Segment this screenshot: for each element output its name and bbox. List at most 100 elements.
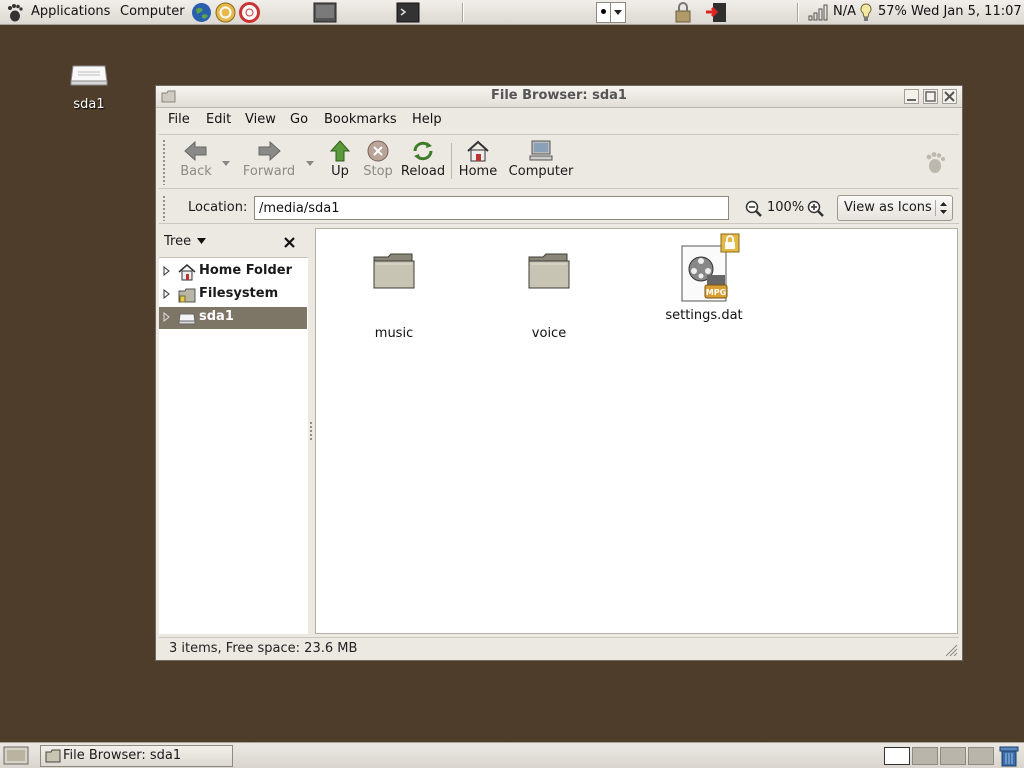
selector-divider xyxy=(610,3,611,22)
show-desktop-icon[interactable] xyxy=(313,2,337,23)
select-updown-icon xyxy=(940,202,947,214)
desktop-icon-sda1[interactable]: sda1 xyxy=(58,60,120,118)
menu-file[interactable]: File xyxy=(168,112,190,127)
stop-icon xyxy=(367,140,389,162)
workspace-3[interactable] xyxy=(940,747,966,765)
keyboard-layout-selector[interactable] xyxy=(596,2,626,23)
forward-button[interactable]: Forward xyxy=(239,137,299,187)
email-launcher-icon[interactable] xyxy=(215,2,236,23)
back-label: Back xyxy=(180,164,212,179)
sidebar-item-filesystem[interactable]: Filesystem xyxy=(159,284,307,306)
bottom-panel: File Browser: sda1 xyxy=(0,742,1024,768)
drive-icon xyxy=(70,65,108,86)
folder-icon xyxy=(373,253,415,289)
icon-view: music voice MPG settings.dat xyxy=(315,228,958,634)
close-button[interactable] xyxy=(942,89,957,104)
gnome-foot-icon[interactable] xyxy=(6,3,24,22)
clock[interactable]: Wed Jan 5, 11:07 xyxy=(911,4,1022,19)
battery-icon[interactable] xyxy=(858,3,874,22)
home-icon xyxy=(467,140,489,162)
sidebar-item-home-folder[interactable]: Home Folder xyxy=(159,261,307,283)
back-history-dropdown-icon[interactable] xyxy=(221,158,231,168)
back-button[interactable]: Back xyxy=(171,137,221,187)
location-label: Location: xyxy=(188,200,248,215)
expander-right-icon[interactable] xyxy=(163,266,170,276)
help-launcher-icon[interactable] xyxy=(239,2,260,23)
file-item-settings-dat[interactable]: MPG settings.dat xyxy=(649,233,759,341)
terminal-launcher-icon[interactable] xyxy=(396,2,420,23)
stop-button[interactable]: Stop xyxy=(358,137,398,187)
maximize-button[interactable] xyxy=(923,89,938,104)
taskbar-item-label: File Browser: sda1 xyxy=(63,748,182,763)
home-label: Home xyxy=(458,164,498,179)
desktop-icon-label: sda1 xyxy=(73,97,105,112)
up-label: Up xyxy=(331,164,349,179)
forward-arrow-icon xyxy=(258,140,281,162)
workspace-4[interactable] xyxy=(968,747,994,765)
reload-icon xyxy=(413,141,433,161)
minimize-button[interactable] xyxy=(904,89,919,104)
window-title: File Browser: sda1 xyxy=(491,88,627,103)
forward-label: Forward xyxy=(242,164,296,179)
up-button[interactable]: Up xyxy=(322,137,358,187)
chevron-down-icon xyxy=(614,10,622,15)
bullet-icon xyxy=(601,9,606,14)
file-browser-window: File Browser: sda1 File Edit View Go Boo… xyxy=(155,85,963,661)
folder-icon xyxy=(528,253,570,289)
computer-menu[interactable]: Computer xyxy=(120,4,185,19)
menu-edit[interactable]: Edit xyxy=(206,112,231,127)
close-sidebar-icon[interactable] xyxy=(284,237,295,248)
zoom-out-icon[interactable] xyxy=(745,200,762,217)
file-item-music[interactable]: music xyxy=(339,251,449,341)
menu-go[interactable]: Go xyxy=(290,112,308,127)
computer-button[interactable]: Computer xyxy=(507,137,575,187)
window-titlebar[interactable]: File Browser: sda1 xyxy=(156,86,962,108)
forward-history-dropdown-icon[interactable] xyxy=(305,158,315,168)
sidebar-item-label: Home Folder xyxy=(199,263,292,278)
expander-right-icon[interactable] xyxy=(163,312,170,322)
menu-bookmarks[interactable]: Bookmarks xyxy=(324,112,397,127)
location-bar-grip[interactable] xyxy=(162,195,166,221)
menu-help[interactable]: Help xyxy=(412,112,442,127)
web-browser-launcher-icon[interactable] xyxy=(191,2,212,23)
taskbar-item-file-browser[interactable]: File Browser: sda1 xyxy=(40,745,233,767)
sidebar-mode-select[interactable]: Tree xyxy=(164,234,207,252)
lock-screen-icon[interactable] xyxy=(672,2,694,23)
resize-grip xyxy=(309,421,313,441)
file-item-label: settings.dat xyxy=(665,308,743,323)
menubar: File Edit View Go Bookmarks Help xyxy=(159,109,959,133)
workspace-2[interactable] xyxy=(912,747,938,765)
mpg-badge-text: MPG xyxy=(706,288,726,297)
location-input[interactable] xyxy=(254,196,729,220)
sidebar-resize-handle[interactable] xyxy=(308,228,315,634)
home-button[interactable]: Home xyxy=(457,137,499,187)
toolbar-separator xyxy=(451,143,452,179)
zoom-level[interactable]: 100% xyxy=(767,200,804,215)
reload-button[interactable]: Reload xyxy=(399,137,447,187)
menu-view[interactable]: View xyxy=(245,112,276,127)
applications-menu[interactable]: Applications xyxy=(31,4,110,19)
drive-icon xyxy=(178,313,196,325)
computer-label: Computer xyxy=(508,164,574,179)
network-signal-icon[interactable] xyxy=(808,4,830,21)
trash-icon[interactable] xyxy=(999,745,1019,767)
logout-icon[interactable] xyxy=(704,2,728,23)
resize-grip-icon[interactable] xyxy=(944,643,958,657)
panel-separator xyxy=(462,3,463,22)
readonly-lock-emblem-icon xyxy=(720,233,740,253)
reload-label: Reload xyxy=(400,164,446,179)
toolbar-grip[interactable] xyxy=(162,139,166,185)
workspace-1[interactable] xyxy=(884,747,910,765)
zoom-in-icon[interactable] xyxy=(807,200,824,217)
show-desktop-button-icon[interactable] xyxy=(3,746,29,765)
battery-percentage: 57% xyxy=(878,4,907,19)
computer-icon xyxy=(529,140,553,161)
gnome-throbber-icon xyxy=(926,152,945,173)
file-item-voice[interactable]: voice xyxy=(494,251,604,341)
toolbar: Back Forward Up Stop Reload Home Compute xyxy=(159,134,959,189)
sidebar-item-sda1[interactable]: sda1 xyxy=(159,307,307,329)
select-divider xyxy=(935,200,936,216)
expander-right-icon[interactable] xyxy=(163,289,170,299)
view-mode-select[interactable]: View as Icons xyxy=(837,195,953,221)
view-mode-value: View as Icons xyxy=(844,200,932,215)
